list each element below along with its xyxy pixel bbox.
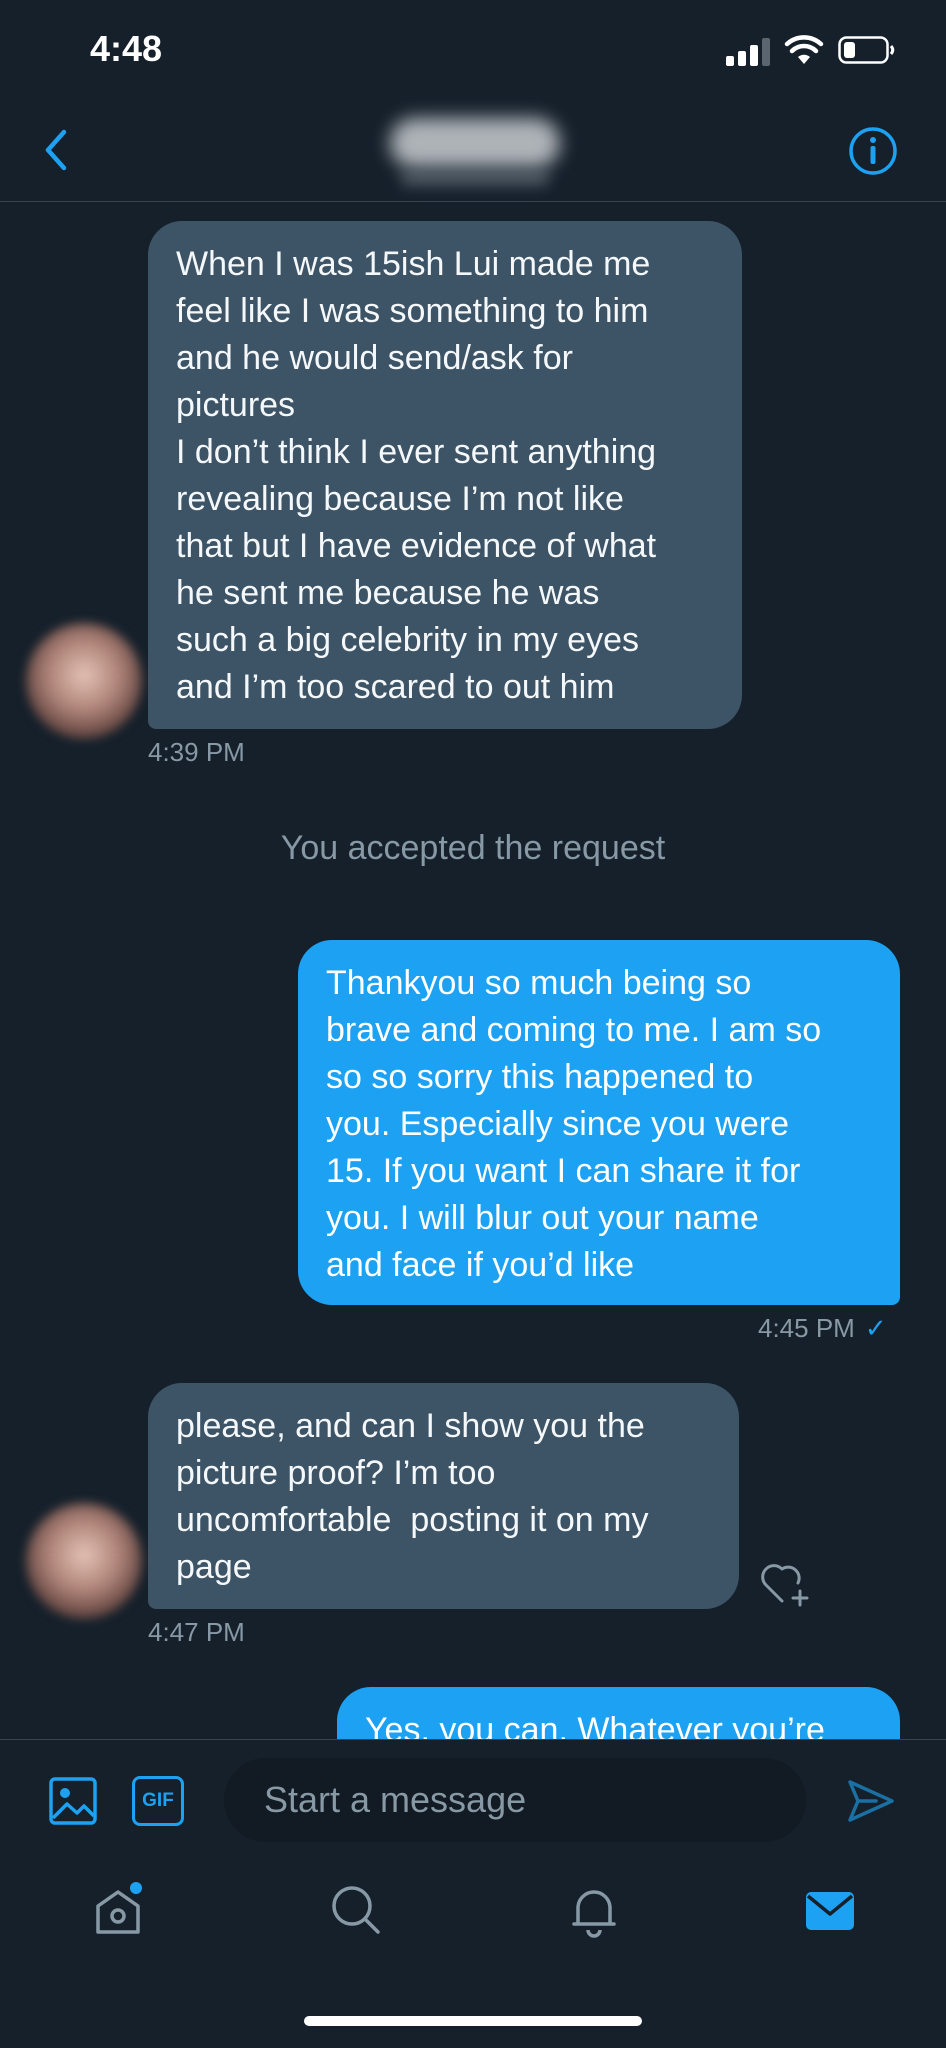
- sent-check-icon: ✓: [864, 1313, 887, 1343]
- message-time: 4:45 PM: [758, 1313, 855, 1343]
- signal-icon: [726, 38, 772, 66]
- request-accepted-notice: You accepted the request: [280, 829, 666, 867]
- status-bar: 4:48: [0, 0, 946, 100]
- messages-icon[interactable]: [802, 1882, 858, 1938]
- wifi-icon: [784, 35, 824, 64]
- status-time: 4:48: [90, 28, 163, 69]
- conversation-header: [0, 100, 946, 202]
- sender-avatar[interactable]: [26, 1503, 142, 1619]
- message-timestamp: 4:39 PM: [148, 737, 245, 767]
- home-icon[interactable]: [90, 1882, 146, 1938]
- message-list[interactable]: When I was 15ish Lui made me feel like I…: [0, 203, 946, 1739]
- notifications-icon[interactable]: [566, 1882, 622, 1938]
- home-indicator[interactable]: [304, 2016, 642, 2026]
- back-button[interactable]: [36, 124, 76, 176]
- battery-icon: [838, 36, 895, 64]
- send-icon[interactable]: [846, 1776, 896, 1826]
- message-timestamp: 4:47 PM: [148, 1617, 245, 1647]
- bottom-tab-bar: [0, 1860, 946, 1960]
- message-bubble-incoming[interactable]: When I was 15ish Lui made me feel like I…: [148, 221, 742, 729]
- contact-name-blurred[interactable]: [390, 118, 560, 168]
- message-bubble-outgoing[interactable]: Thankyou so much being so brave and comi…: [298, 940, 900, 1305]
- search-icon[interactable]: [328, 1882, 384, 1938]
- image-icon[interactable]: [48, 1776, 98, 1826]
- heart-add-reaction-icon[interactable]: [758, 1557, 812, 1607]
- message-composer: GIF: [0, 1739, 946, 1859]
- message-bubble-outgoing[interactable]: Yes, you can. Whatever you’re: [337, 1687, 900, 1739]
- contact-handle-blurred: [400, 170, 550, 186]
- info-button[interactable]: [848, 126, 898, 176]
- sender-avatar[interactable]: [26, 623, 142, 739]
- message-timestamp: 4:45 PM ✓: [758, 1313, 887, 1344]
- message-bubble-incoming[interactable]: please, and can I show you the picture p…: [148, 1383, 739, 1609]
- gif-button[interactable]: GIF: [132, 1776, 184, 1826]
- message-input[interactable]: [224, 1758, 806, 1842]
